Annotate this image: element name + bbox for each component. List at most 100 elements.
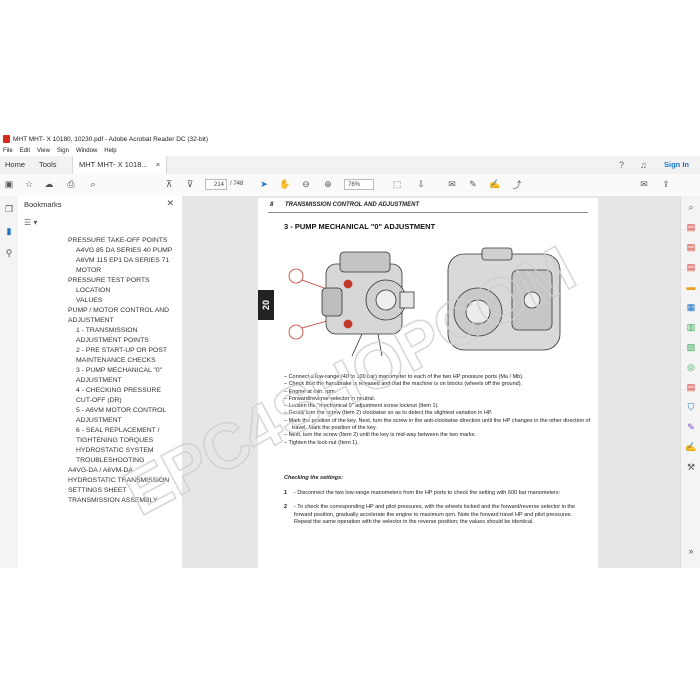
search-tool-icon[interactable]: ⌕ — [685, 202, 697, 214]
scan-ocr-icon[interactable]: ◎ — [685, 362, 697, 374]
combine-files-icon[interactable]: ▦ — [685, 302, 697, 314]
bookmark-item[interactable]: A4VG-DA / A6VM-DA — [68, 466, 133, 475]
prev-page-icon[interactable]: ⊼ — [162, 177, 176, 191]
main-toolbar: ▣ ☆ ☁ ⎙ ⌕ ⊼ ⊽ 214 / 748 ➤ ✋ ⊖ ⊕ 76% ⬚ ⇩ … — [0, 174, 700, 197]
bookmark-item[interactable]: 6 - SEAL REPLACEMENT / — [76, 426, 159, 435]
print-icon[interactable]: ⎙ — [64, 177, 78, 191]
hand-tool-icon[interactable]: ✋ — [278, 177, 292, 191]
create-pdf-icon[interactable]: ▤ — [685, 242, 697, 254]
bookmark-item[interactable]: SETTINGS SHEET — [68, 486, 127, 495]
bookmarks-panel-icon[interactable]: ▮ — [3, 226, 15, 238]
bookmark-item[interactable]: 5 - A6VM MOTOR CONTROL — [76, 406, 166, 415]
check-step-text: - To check the corresponding HP and pilo… — [294, 504, 576, 525]
tab-close-icon[interactable]: × — [156, 160, 160, 169]
bookmark-item[interactable]: PRESSURE TEST PORTS — [68, 276, 150, 285]
bookmarks-list: PRESSURE TAKE-OFF POINTS A4VG 85 DA SERIE… — [18, 236, 182, 568]
bookmark-item[interactable]: A6VM 115 EP1 DA SERIES 71 — [76, 256, 169, 265]
procedure-step: – Engine at min. rpm. — [284, 388, 337, 395]
check-step-number: 2 — [284, 504, 288, 511]
sign-in-link[interactable]: Sign In — [664, 156, 689, 174]
draw-icon[interactable]: ✍ — [488, 177, 502, 191]
redact-icon[interactable]: ▤ — [685, 382, 697, 394]
check-step-text: - Disconnect the two low-range manometer… — [294, 490, 561, 496]
bookmark-item[interactable]: ADJUSTMENT — [68, 316, 114, 325]
menu-window[interactable]: Window — [76, 148, 97, 154]
attachments-icon[interactable]: ⚲ — [3, 248, 15, 260]
procedure-step: – Check that the handbrake is released a… — [284, 381, 523, 388]
send-for-signature-icon[interactable]: ✍ — [685, 442, 697, 454]
procedure-step: – Forward/reverse selector in neutral. — [284, 395, 376, 402]
tab-tools[interactable]: Tools — [39, 156, 57, 174]
title-bar: MHT MHT- X 10180, 10230.pdf - Adobe Acro… — [0, 132, 700, 146]
menu-bar: File Edit View Sign Window Help — [0, 146, 121, 156]
edit-pdf-icon[interactable]: ▤ — [685, 262, 697, 274]
scroll-mode-icon[interactable]: ⇩ — [414, 177, 428, 191]
pump-illustration — [288, 247, 561, 357]
procedure-bullets: – Connect a low-range (40 to 100 bar) ma… — [284, 374, 594, 447]
bookmark-item[interactable]: PRESSURE TAKE-OFF POINTS — [68, 236, 167, 245]
bookmark-item[interactable]: VALUES — [76, 296, 102, 305]
bookmarks-options-icon[interactable]: ☰ ▾ — [24, 218, 37, 227]
page-number-input[interactable]: 214 — [205, 179, 227, 190]
organize-pages-icon[interactable]: ▥ — [685, 322, 697, 334]
bookmark-item[interactable]: ADJUSTMENT POINTS — [76, 336, 149, 345]
share-sign-icon[interactable]: ⤴ — [510, 177, 524, 191]
next-page-icon[interactable]: ⊽ — [183, 177, 197, 191]
tab-document[interactable]: MHT MHT- X 1018... × — [72, 156, 168, 174]
document-area: 8 TRANSMISSION CONTROL AND ADJUSTMENT 20… — [182, 196, 680, 568]
protect-icon[interactable]: ⛉ — [685, 402, 697, 414]
export-pdf-icon[interactable]: ▤ — [685, 222, 697, 234]
bookmark-item[interactable]: TRANSMISSION ASSEMBLY — [68, 496, 157, 505]
bookmark-item[interactable]: 4 - CHECKING PRESSURE — [76, 386, 161, 395]
bookmark-item[interactable]: ADJUSTMENT — [76, 416, 122, 425]
menu-edit[interactable]: Edit — [20, 148, 30, 154]
menu-file[interactable]: File — [3, 148, 13, 154]
bookmark-item[interactable]: CUT-OFF (DR) — [76, 396, 122, 405]
bookmark-item[interactable]: 3 - PUMP MECHANICAL "0" — [76, 366, 162, 375]
tab-home[interactable]: Home — [5, 156, 25, 174]
bookmark-item[interactable]: 1 - TRANSMISSION — [76, 326, 137, 335]
search-icon[interactable]: ⌕ — [86, 177, 100, 191]
bookmark-item[interactable]: LOCATION — [76, 286, 110, 295]
bookmark-item[interactable]: ADJUSTMENT — [76, 376, 122, 385]
zoom-in-icon[interactable]: ⊕ — [321, 177, 335, 191]
bookmark-star-icon[interactable]: ☆ — [22, 177, 36, 191]
compress-icon[interactable]: ▧ — [685, 342, 697, 354]
bookmark-item[interactable]: HYDROSTATIC TRANSMISSION — [68, 476, 169, 485]
help-icon[interactable]: ? — [619, 156, 624, 174]
more-tools-icon[interactable]: ⚒ — [685, 462, 697, 474]
zoom-level-select[interactable]: 76% — [344, 179, 374, 190]
window-title: MHT MHT- X 10180, 10230.pdf - Adobe Acro… — [13, 135, 208, 143]
bookmark-item[interactable]: MAINTENANCE CHECKS — [76, 356, 156, 365]
procedure-step: – Connect a low-range (40 to 100 bar) ma… — [284, 374, 524, 380]
select-cursor-icon[interactable]: ➤ — [257, 177, 271, 191]
bookmark-item[interactable]: TIGHTENING TORQUES — [76, 436, 153, 445]
bookmark-item[interactable]: HYDROSTATIC SYSTEM — [76, 446, 154, 455]
menu-sign[interactable]: Sign — [57, 148, 69, 154]
save-icon[interactable]: ▣ — [2, 177, 16, 191]
procedure-step: – Tighten the lock-nut (Item 1). — [284, 439, 359, 446]
menu-view[interactable]: View — [37, 148, 50, 154]
checking-settings-title: Checking the settings: — [284, 475, 343, 481]
fill-sign-icon[interactable]: ✎ — [685, 422, 697, 434]
collapse-tools-icon[interactable]: » — [685, 546, 697, 558]
page-total: / 748 — [230, 181, 244, 187]
comment-icon[interactable]: ✉ — [445, 177, 459, 191]
zoom-out-icon[interactable]: ⊖ — [299, 177, 313, 191]
page-layout-icon[interactable]: ⬚ — [390, 177, 404, 191]
page-thumbnails-icon[interactable]: ❐ — [3, 204, 15, 216]
email-icon[interactable]: ✉ — [637, 177, 651, 191]
highlight-pen-icon[interactable]: ✎ — [466, 177, 480, 191]
notification-bell-icon[interactable]: ♫ — [640, 156, 647, 174]
bookmarks-close-icon[interactable]: ✕ — [166, 198, 174, 209]
bookmark-item[interactable]: A4VG 85 DA SERIES 40 PUMP — [76, 246, 172, 255]
tab-document-label: MHT MHT- X 1018... — [79, 160, 148, 169]
bookmark-item[interactable]: TROUBLESHOOTING — [76, 456, 144, 465]
menu-help[interactable]: Help — [104, 148, 116, 154]
bookmark-item[interactable]: 2 - PRE START-UP OR POST — [76, 346, 167, 355]
share-link-icon[interactable]: ⇪ — [659, 177, 673, 191]
upload-cloud-icon[interactable]: ☁ — [42, 177, 56, 191]
bookmark-item[interactable]: PUMP / MOTOR CONTROL AND — [68, 306, 169, 315]
bookmark-item[interactable]: MOTOR — [76, 266, 101, 275]
comment-tool-icon[interactable]: ▬ — [685, 282, 697, 294]
